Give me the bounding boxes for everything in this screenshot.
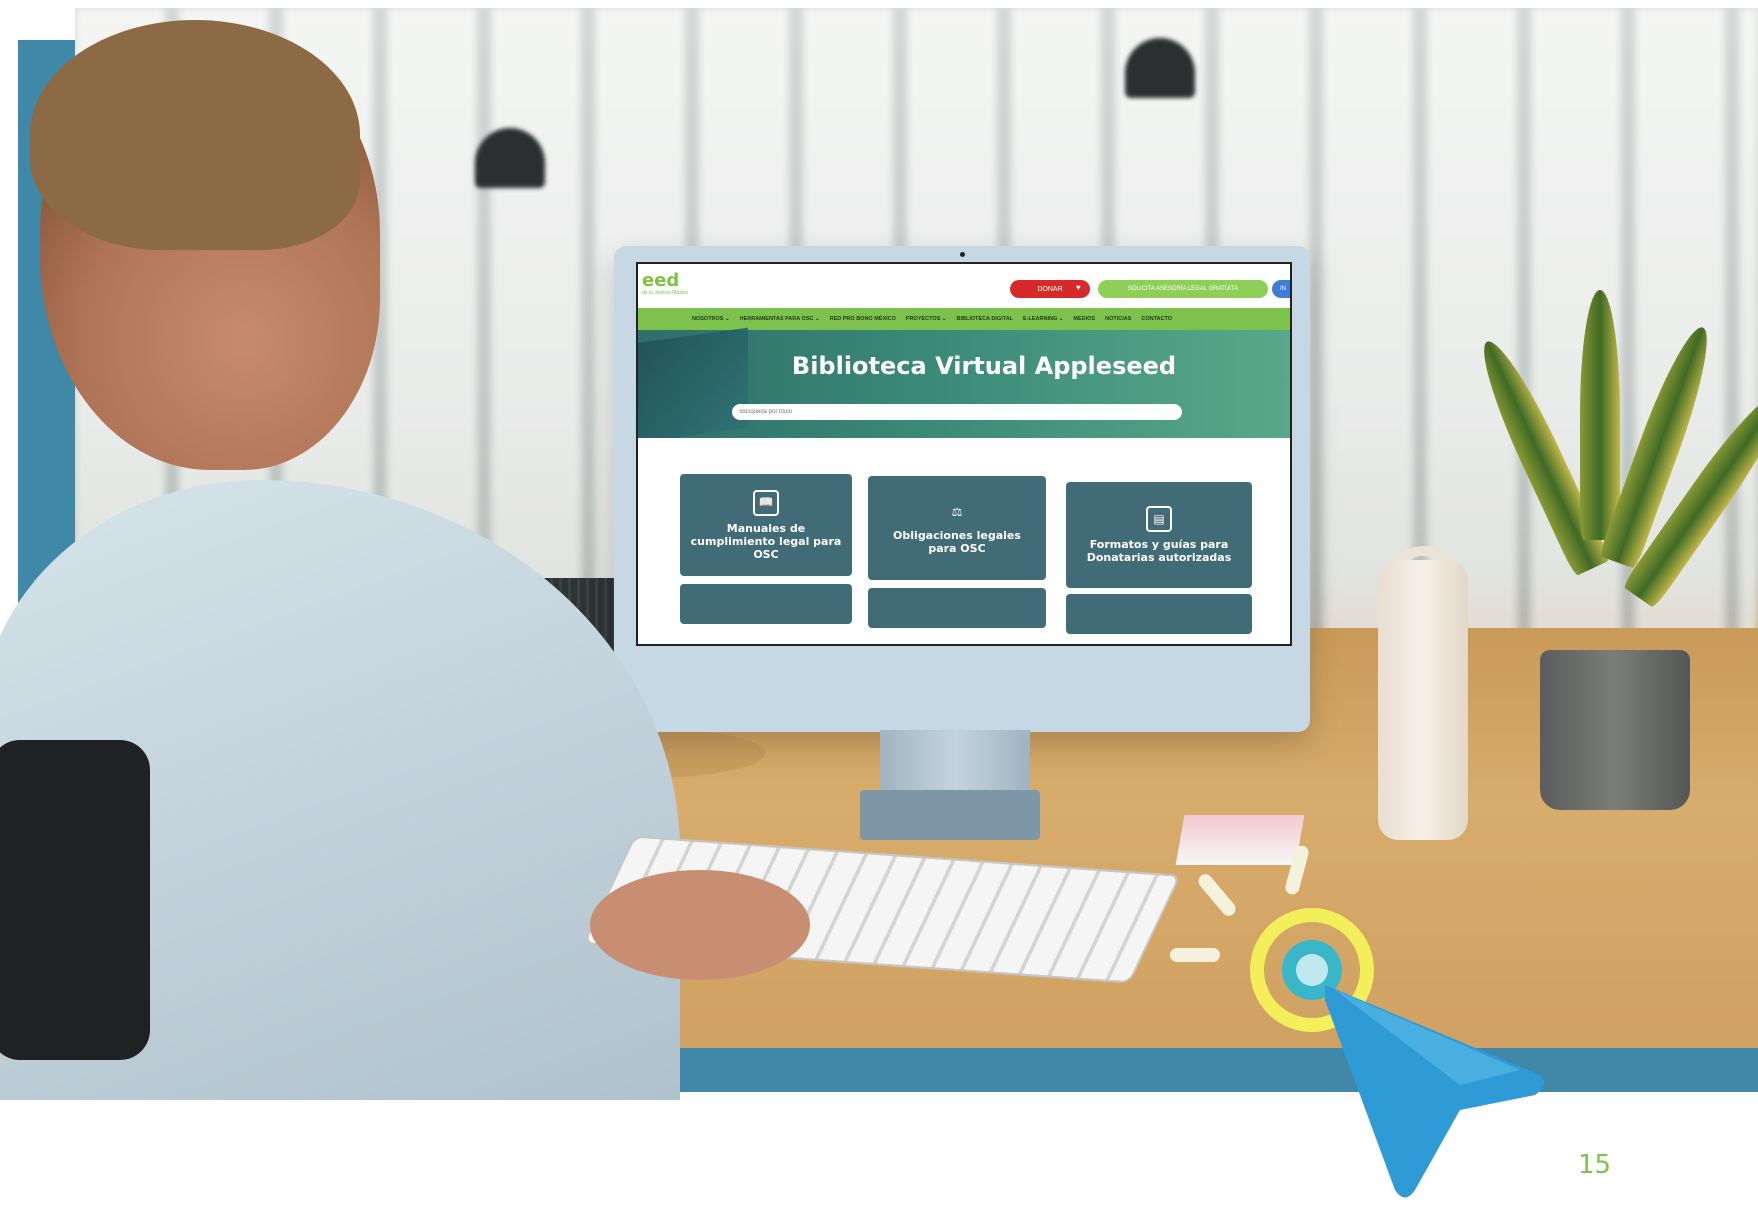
legal-advice-button[interactable]: SOLICITA ASESORÍA LEGAL GRATUITA <box>1098 280 1268 298</box>
card-formatos[interactable]: ▤ Formatos y guías para Donatarias autor… <box>1066 482 1252 588</box>
card-grid: 📖 Manuales de cumplimiento legal para OS… <box>638 438 1290 644</box>
hero-title: Biblioteca Virtual Appleseed <box>791 352 1177 380</box>
man-hair <box>30 20 360 250</box>
in-button-label: IN <box>1280 286 1286 292</box>
page: eed de la Justicia México DONAR ♥ SOLICI… <box>0 0 1758 1205</box>
hero-banner: Biblioteca Virtual Appleseed <box>638 327 1290 445</box>
plant-pot <box>1540 650 1690 810</box>
site-logo[interactable]: eed <box>642 270 679 291</box>
site-header: eed de la Justicia México DONAR ♥ SOLICI… <box>638 264 1290 308</box>
search-input[interactable] <box>732 404 1182 420</box>
card-label: Formatos y guías para Donatarias autoriz… <box>1086 538 1232 564</box>
heart-icon: ♥ <box>1076 283 1081 292</box>
nav-item-proyectos[interactable]: PROYECTOS ⌄ <box>906 316 947 322</box>
office-chair <box>0 740 150 1060</box>
book-icon: 📖 <box>753 489 779 516</box>
card-label: Manuales de cumplimiento legal para OSC <box>690 521 842 561</box>
card-placeholder[interactable] <box>868 588 1046 628</box>
scales-icon: ⚖ <box>951 504 963 519</box>
click-dot-center-icon <box>1296 954 1328 986</box>
click-burst-icon <box>1170 845 1309 962</box>
plant-leaf <box>1580 290 1620 540</box>
documents-icon: ▤ <box>1146 506 1172 532</box>
cursor-svg <box>1170 845 1544 1198</box>
nav-item-noticias[interactable]: NOTICIAS <box>1105 316 1131 322</box>
water-bottle <box>1378 560 1468 840</box>
site-logo-subtext: de la Justicia México <box>642 290 689 296</box>
nav-item-biblioteca[interactable]: BIBLIOTECA DIGITAL <box>957 316 1014 322</box>
nav-item-red-pro-bono[interactable]: RED PRO BONO MÉXICO <box>830 316 896 322</box>
card-placeholder[interactable] <box>1066 594 1252 634</box>
monitor-stand-base <box>860 790 1040 840</box>
nav-item-nosotros[interactable]: NOSOTROS ⌄ <box>692 316 730 322</box>
man-hand <box>590 870 810 980</box>
site-nav: NOSOTROS ⌄ HERRAMIENTAS PARA OSC ⌄ RED P… <box>638 308 1290 330</box>
nav-item-contacto[interactable]: CONTACTO <box>1141 316 1172 322</box>
card-manuales[interactable]: 📖 Manuales de cumplimiento legal para OS… <box>680 474 852 576</box>
legal-advice-button-label: SOLICITA ASESORÍA LEGAL GRATUITA <box>1127 286 1239 292</box>
hero-laptop-image <box>638 327 748 445</box>
nav-item-medios[interactable]: MEDIOS <box>1073 316 1095 322</box>
monitor-screen: eed de la Justicia México DONAR ♥ SOLICI… <box>636 262 1292 646</box>
nav-item-elearning[interactable]: E-LEARNING ⌄ <box>1023 316 1063 322</box>
card-label: Obligaciones legales para OSC <box>893 529 1021 555</box>
card-obligaciones[interactable]: ⚖ Obligaciones legales para OSC <box>868 476 1046 580</box>
cursor-arrow-icon <box>1325 985 1544 1198</box>
webcam <box>960 252 965 257</box>
cursor-graphic <box>1160 840 1560 1205</box>
donate-button-label: DONAR <box>1037 285 1063 293</box>
nav-item-herramientas[interactable]: HERRAMIENTAS PARA OSC ⌄ <box>740 316 820 322</box>
in-button[interactable]: IN <box>1272 280 1290 298</box>
page-number: 15 <box>1578 1150 1612 1180</box>
card-placeholder[interactable] <box>680 584 852 624</box>
